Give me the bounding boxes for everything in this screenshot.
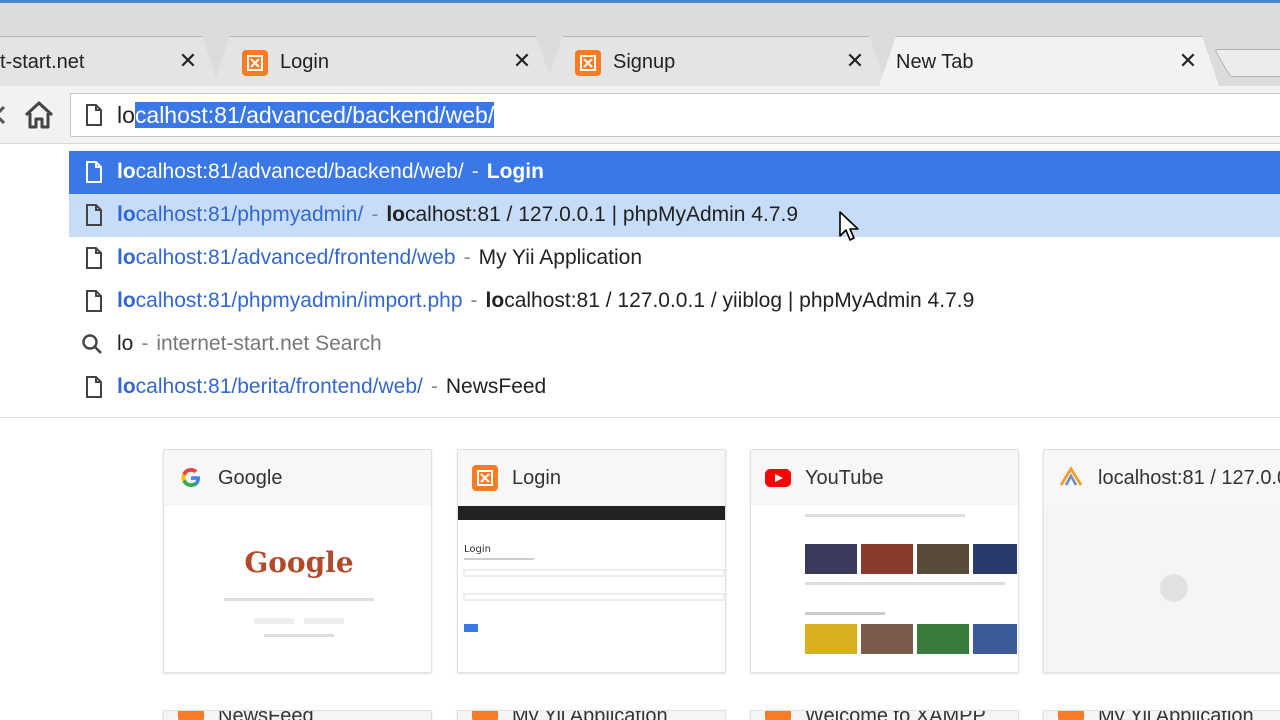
most-visited-tile-newsfeed[interactable]: NewsFeed: [163, 710, 432, 720]
tile-thumbnail: Login: [458, 506, 725, 672]
tab-signup[interactable]: Signup ✕: [545, 36, 887, 89]
typed-text: lo: [117, 102, 135, 128]
page-icon: [86, 104, 102, 126]
page-icon: [86, 290, 102, 312]
new-tab-button[interactable]: [1213, 49, 1280, 77]
close-icon[interactable]: ✕: [176, 49, 200, 73]
tile-label: YouTube: [805, 466, 884, 489]
tile-label: My Yii Application: [1098, 711, 1254, 720]
suggestion-text: localhost:81/advanced/backend/web/- Login: [117, 160, 544, 183]
most-visited-tile-yii-2[interactable]: My Yii Application: [1043, 710, 1280, 720]
tile-label: Welcome to XAMPP: [805, 711, 986, 720]
tab-title: New Tab: [896, 51, 974, 73]
suggestion-text: localhost:81/berita/frontend/web/- NewsFe…: [117, 375, 547, 398]
address-text[interactable]: localhost:81/advanced/backend/web/: [117, 102, 495, 129]
xampp-icon: [472, 465, 498, 491]
search-icon: [82, 334, 102, 354]
tab-title: Signup: [613, 51, 676, 73]
most-visited-tile-phpmyadmin[interactable]: localhost:81 / 127.0.0.1: [1043, 449, 1280, 673]
home-icon[interactable]: [22, 98, 56, 132]
youtube-icon: [765, 465, 791, 491]
most-visited-tile-youtube[interactable]: YouTube: [750, 449, 1019, 673]
page-icon: [86, 161, 102, 183]
suggestion-item-search[interactable]: lo - internet-start.net Search: [69, 323, 1280, 366]
tile-label: Google: [218, 466, 283, 489]
tile-thumbnail: [1044, 506, 1280, 672]
tab-login[interactable]: Login ✕: [212, 36, 554, 89]
suggestion-text: localhost:81/phpmyadmin/- localhost:81 / …: [117, 203, 799, 226]
tile-thumbnail: Google: [164, 506, 431, 672]
google-doodle: Google: [244, 546, 353, 579]
google-icon: [178, 465, 204, 491]
close-icon[interactable]: ✕: [1176, 49, 1200, 73]
tile-label: Login: [512, 466, 561, 489]
tile-label: My Yii Application: [512, 711, 668, 720]
suggestion-item[interactable]: localhost:81/phpmyadmin/- localhost:81 / …: [69, 194, 1280, 237]
autocomplete-selection: calhost:81/advanced/backend/web/: [134, 102, 495, 128]
tab-title: t-start.net: [0, 51, 85, 73]
xampp-icon: [575, 49, 601, 76]
browser-window: t-start.net ✕ Login ✕ Signup ✕ New Tab ✕: [0, 0, 1280, 720]
page-icon: [86, 204, 102, 226]
close-icon[interactable]: ✕: [843, 49, 867, 73]
suggestion-text: localhost:81/phpmyadmin/import.php - local…: [117, 289, 975, 312]
most-visited-tile-google[interactable]: Google Google: [163, 449, 432, 673]
back-arrow-icon[interactable]: [0, 103, 8, 127]
new-tab-page: Google Google Login Login YouTube localh…: [0, 418, 1280, 720]
mouse-cursor-icon: [839, 211, 859, 241]
phpmyadmin-icon: [1058, 465, 1084, 491]
xampp-icon: [242, 49, 268, 76]
most-visited-tile-xampp[interactable]: Welcome to XAMPP: [750, 710, 1019, 720]
close-icon[interactable]: ✕: [510, 49, 534, 73]
toolbar: localhost:81/advanced/backend/web/: [0, 86, 1280, 144]
tab-strip: t-start.net ✕ Login ✕ Signup ✕ New Tab ✕: [0, 0, 1280, 86]
suggestion-item[interactable]: localhost:81/berita/frontend/web/- NewsFe…: [69, 366, 1280, 409]
tab-new-tab[interactable]: New Tab ✕: [878, 36, 1220, 89]
tab-title: Login: [280, 51, 329, 73]
page-icon: [86, 376, 102, 398]
suggestion-item[interactable]: localhost:81/advanced/backend/web/- Login: [69, 151, 1280, 194]
tab-internet-start[interactable]: t-start.net ✕: [0, 36, 220, 89]
tile-label: localhost:81 / 127.0.0.1: [1098, 466, 1280, 489]
most-visited-tile-login[interactable]: Login Login: [457, 449, 726, 673]
address-bar[interactable]: localhost:81/advanced/backend/web/: [70, 93, 1280, 137]
page-icon: [86, 247, 102, 269]
tile-label: NewsFeed: [218, 711, 314, 720]
suggestion-item[interactable]: localhost:81/phpmyadmin/import.php - local…: [69, 280, 1280, 323]
most-visited-tile-yii-1[interactable]: My Yii Application: [457, 710, 726, 720]
suggestion-text: localhost:81/advanced/frontend/web - My Yi…: [117, 246, 642, 269]
suggestion-item[interactable]: localhost:81/advanced/frontend/web - My Yi…: [69, 237, 1280, 280]
tile-thumbnail: [751, 506, 1018, 672]
omnibox-dropdown: localhost:81/advanced/backend/web/- Login…: [0, 144, 1280, 418]
login-heading: Login: [464, 544, 491, 555]
suggestion-text: lo - internet-start.net Search: [117, 332, 382, 355]
